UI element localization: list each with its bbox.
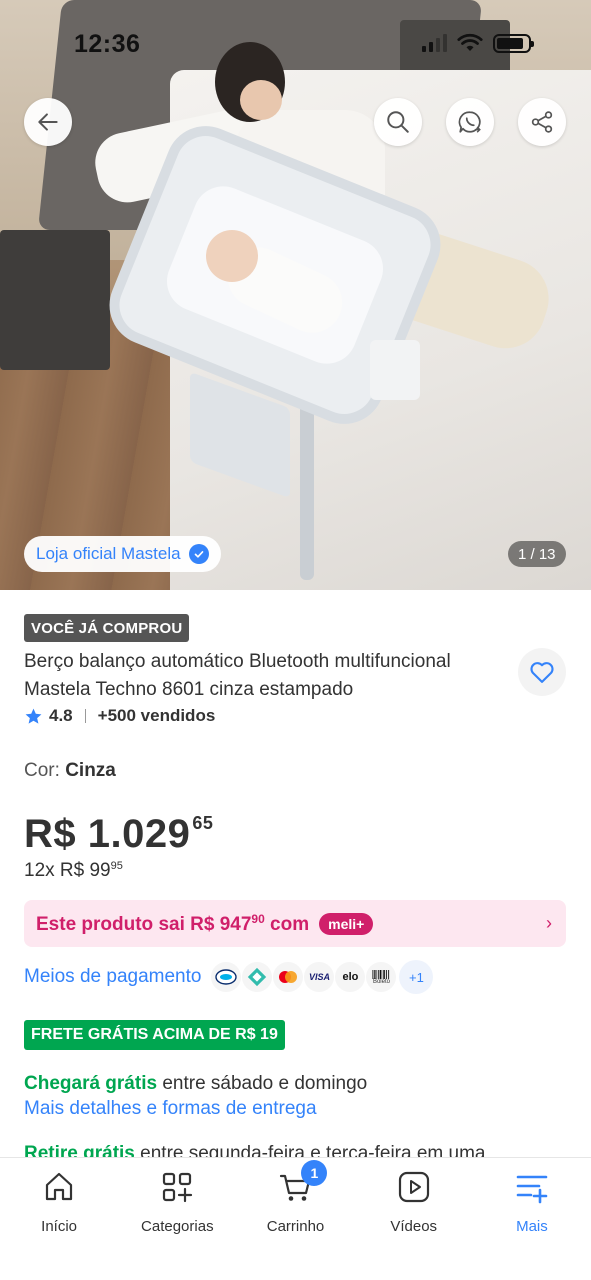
whatsapp-share-button[interactable]: [446, 98, 494, 146]
arrow-left-icon: [38, 113, 58, 131]
image-nightstand: [0, 230, 110, 370]
more-payment-methods[interactable]: +1: [399, 960, 434, 994]
meli-plus-suffix: com: [264, 913, 310, 935]
price-cents: 65: [192, 813, 214, 833]
product-title: Berço balanço automático Bluetooth multi…: [24, 651, 451, 700]
bottom-navigation: Início Categorias 1 Carrinho Vídeos Mais: [0, 1157, 591, 1280]
boleto-label: Boleto: [372, 978, 390, 985]
meli-plus-badge: meli+: [319, 912, 374, 935]
back-button[interactable]: [24, 98, 72, 146]
star-icon: [25, 708, 42, 724]
installments-cents: 95: [110, 860, 123, 872]
official-store-link[interactable]: Loja oficial Mastela: [24, 536, 221, 572]
image-baby-head: [206, 230, 258, 282]
elo-icon: elo: [335, 962, 366, 992]
nav-home-label: Início: [41, 1218, 78, 1235]
favorite-button[interactable]: [518, 648, 566, 696]
price-main: R$ 1.029: [24, 812, 191, 856]
product-details: VOCÊ JÁ COMPROU Berço balanço automático…: [0, 590, 591, 1157]
nav-categories-label: Categorias: [141, 1218, 214, 1235]
visa-icon: VISA: [304, 962, 335, 992]
nav-cart-label: Carrinho: [266, 1218, 325, 1235]
delivery-free: Chegará grátis: [24, 1073, 158, 1094]
nav-categories[interactable]: Categorias: [118, 1158, 236, 1280]
divider: [84, 709, 86, 723]
pix-icon: [242, 962, 273, 992]
nav-videos-label: Vídeos: [390, 1218, 438, 1235]
installments: 12x R$ 9995: [24, 860, 123, 882]
video-icon: [398, 1171, 429, 1203]
meli-plus-banner[interactable]: Este produto sai R$ 94790 com meli+ ›: [24, 900, 566, 947]
nav-more[interactable]: Mais: [473, 1158, 591, 1280]
heart-icon: [530, 662, 554, 683]
image-crib-motor: [370, 340, 420, 400]
whatsapp-icon: [458, 111, 481, 133]
nav-home[interactable]: Início: [0, 1158, 118, 1280]
nav-more-label: Mais: [516, 1218, 548, 1235]
delivery-estimate: Chegará grátis entre sábado e domingo: [24, 1073, 367, 1095]
sold-count: +500 vendidos: [97, 706, 216, 725]
meli-plus-price: Este produto sai R$ 947: [36, 913, 252, 935]
categories-icon: [163, 1172, 193, 1203]
wifi-icon: [457, 33, 483, 51]
color-selector[interactable]: Cor: Cinza: [24, 760, 116, 782]
nav-cart[interactable]: 1 Carrinho: [236, 1158, 354, 1280]
mercado-pago-icon: [211, 962, 242, 992]
product-image[interactable]: 12:36 Loja oficial Mastela 1 / 13: [0, 0, 591, 590]
color-label: Cor:: [24, 760, 66, 781]
chevron-right-icon: ›: [546, 913, 552, 933]
pickup-dates: entre segunda-feira e terça-feira em uma: [134, 1143, 486, 1157]
status-bar: 12:36: [0, 0, 591, 90]
nav-videos[interactable]: Vídeos: [355, 1158, 473, 1280]
shipping-details-link[interactable]: Mais detalhes e formas de entrega: [24, 1098, 317, 1120]
meli-plus-text: Este produto sai R$ 94790 com: [36, 912, 309, 936]
share-icon: [531, 111, 553, 133]
more-menu-icon: [516, 1175, 548, 1204]
pickup-estimate: Retire grátis entre segunda-feira e terç…: [24, 1143, 486, 1157]
status-icons: [422, 33, 534, 53]
price: R$ 1.029 65: [24, 812, 213, 857]
status-time: 12:36: [74, 30, 141, 58]
image-counter: 1 / 13: [508, 541, 566, 567]
signal-icon: [422, 34, 447, 52]
payment-methods-link[interactable]: Meios de pagamento: [24, 966, 201, 988]
share-button[interactable]: [518, 98, 566, 146]
free-shipping-badge: FRETE GRÁTIS ACIMA DE R$ 19: [24, 1020, 285, 1050]
mastercard-icon: [273, 962, 304, 992]
color-value: Cinza: [65, 760, 116, 781]
verified-icon: [188, 544, 209, 564]
cart-count-badge: 1: [301, 1160, 328, 1186]
rating-value: 4.8: [49, 706, 73, 725]
rating-row[interactable]: 4.8 +500 vendidos: [24, 706, 215, 726]
installments-value: 12x R$ 99: [24, 860, 111, 881]
already-bought-badge: VOCÊ JÁ COMPROU: [24, 614, 190, 642]
pickup-free: Retire grátis: [24, 1143, 135, 1157]
meli-plus-cents: 90: [251, 911, 265, 926]
boleto-icon: Boleto: [366, 962, 397, 992]
home-icon: [45, 1172, 73, 1201]
search-icon: [387, 111, 409, 133]
delivery-dates: entre sábado e domingo: [157, 1073, 368, 1094]
search-button[interactable]: [374, 98, 422, 146]
payment-methods-row[interactable]: Meios de pagamento VISA elo Boleto +1: [24, 960, 434, 994]
battery-icon: [493, 33, 534, 53]
store-label: Loja oficial Mastela: [36, 544, 181, 563]
